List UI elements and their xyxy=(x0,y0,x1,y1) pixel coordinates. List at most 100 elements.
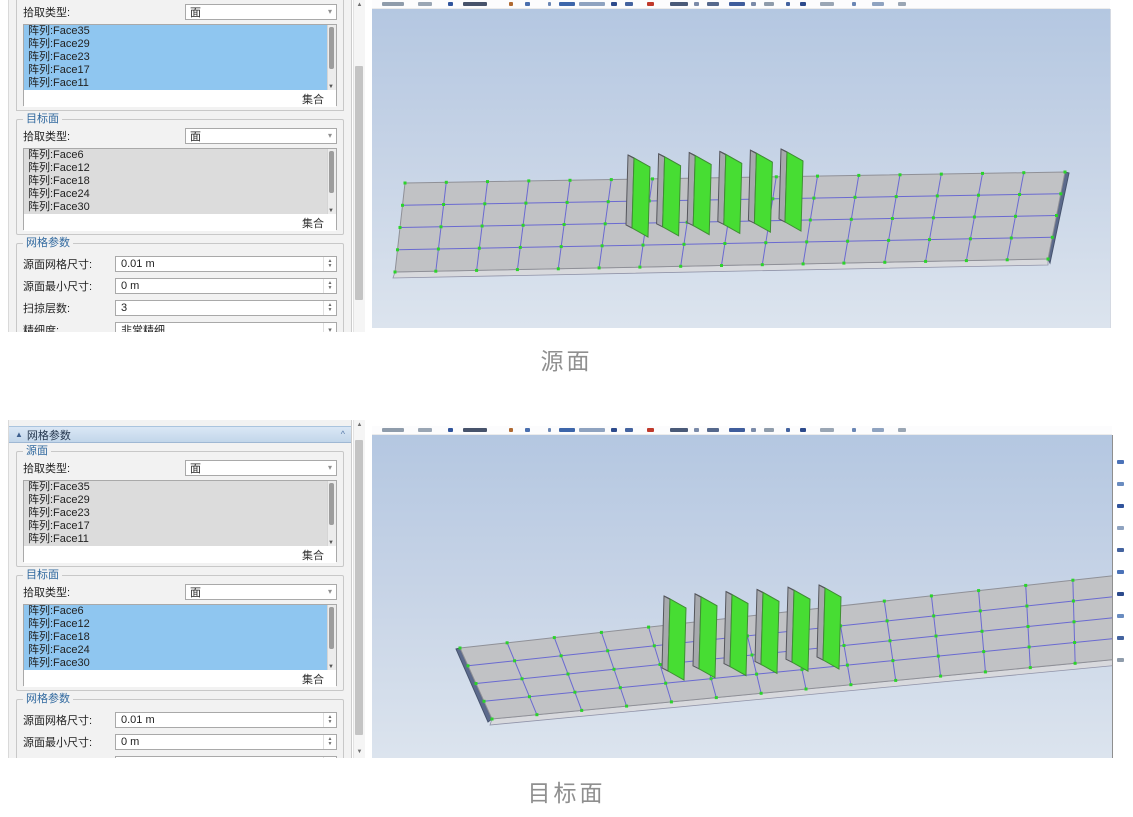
model-canvas[interactable] xyxy=(372,435,1113,758)
scroll-down-icon[interactable]: ▼ xyxy=(354,747,365,758)
spinner-down-icon[interactable]: ▼ xyxy=(328,264,333,269)
list-item[interactable]: 阵列:Face18 xyxy=(24,175,336,188)
scrollbar-thumb[interactable] xyxy=(329,27,334,69)
list-item[interactable]: 阵列:Face23 xyxy=(24,51,336,64)
collection-button[interactable]: 集合 xyxy=(302,671,324,687)
pick-type-label: 拾取类型: xyxy=(23,4,185,20)
scrollbar-thumb[interactable] xyxy=(355,440,363,735)
figure-caption-target: 目标面 xyxy=(0,774,1133,808)
field-value: 0.01 m xyxy=(121,258,155,270)
spinner-buttons[interactable]: ▲▼ xyxy=(323,735,336,749)
pick-type-dropdown[interactable]: 面 ▾ xyxy=(185,460,337,476)
spinner-buttons[interactable]: ▲▼ xyxy=(323,757,336,758)
group-mesh-parameters: 网格参数 源面网格尺寸: 0.01 m ▲▼ 源面最小尺寸: 0 m ▲▼ 扫掠… xyxy=(16,243,344,332)
list-item[interactable]: 阵列:Face29 xyxy=(24,494,336,507)
list-item[interactable]: 阵列:Face11 xyxy=(24,533,336,546)
spinner-down-icon[interactable]: ▼ xyxy=(328,742,333,747)
chevron-down-icon: ▾ xyxy=(328,132,332,140)
pick-type-label: 拾取类型: xyxy=(23,584,185,600)
list-scrollbar[interactable]: ▼ xyxy=(327,481,336,546)
collection-button[interactable]: 集合 xyxy=(302,91,324,107)
panel-header[interactable]: ▲ 网格参数 ^ xyxy=(9,426,351,443)
pick-type-value: 面 xyxy=(190,460,201,476)
list-item[interactable]: 阵列:Face35 xyxy=(24,25,336,38)
pick-type-dropdown[interactable]: 面 ▾ xyxy=(185,128,337,144)
scroll-down-icon[interactable]: ▼ xyxy=(328,540,334,546)
list-item[interactable]: 阵列:Face12 xyxy=(24,618,336,631)
spinner-buttons[interactable]: ▲▼ xyxy=(323,279,336,293)
pick-type-value: 面 xyxy=(190,584,201,600)
field-value: 3 xyxy=(121,302,127,314)
panel-scrollbar[interactable]: ▲ ▼ xyxy=(353,420,365,758)
collection-button[interactable]: 集合 xyxy=(302,547,324,563)
toolbar-sliver xyxy=(372,0,1110,9)
list-item[interactable]: 阵列:Face17 xyxy=(24,520,336,533)
sweep-layers-input[interactable]: 3 ▲▼ xyxy=(115,300,337,316)
list-item[interactable]: 阵列:Face29 xyxy=(24,38,336,51)
group-title-mesh-parameters: 网格参数 xyxy=(23,237,73,249)
scrollbar-thumb[interactable] xyxy=(329,483,334,525)
source-min-size-input[interactable]: 0 m ▲▼ xyxy=(115,734,337,750)
chevron-down-icon: ▾ xyxy=(323,323,336,332)
list-scrollbar[interactable]: ▼ xyxy=(327,25,336,90)
source-mesh-size-input[interactable]: 0.01 m ▲▼ xyxy=(115,256,337,272)
pick-type-dropdown[interactable]: 面 ▾ xyxy=(185,584,337,600)
list-item[interactable]: 阵列:Face30 xyxy=(24,201,336,214)
spinner-down-icon[interactable]: ▼ xyxy=(328,308,333,313)
list-item[interactable]: 阵列:Face35 xyxy=(24,481,336,494)
panel-scrollbar[interactable]: ▲ xyxy=(353,0,365,332)
model-3d-scene[interactable] xyxy=(372,435,1112,758)
scroll-down-icon[interactable]: ▼ xyxy=(328,664,334,670)
group-mesh-parameters: 网格参数 源面网格尺寸: 0.01 m ▲▼ 源面最小尺寸: 0 m ▲▼ 扫掠… xyxy=(16,699,344,758)
scrollbar-thumb[interactable] xyxy=(329,151,334,193)
field-value: 0 m xyxy=(121,736,139,748)
sweep-layers-input[interactable]: 3 ▲▼ xyxy=(115,756,337,758)
pick-type-dropdown[interactable]: 面 ▾ xyxy=(185,4,337,20)
model-canvas[interactable] xyxy=(372,9,1111,328)
field-label: 源面最小尺寸: xyxy=(23,278,115,294)
source-face-list[interactable]: 阵列:Face35 阵列:Face29 阵列:Face23 阵列:Face17 … xyxy=(23,480,337,562)
list-item[interactable]: 阵列:Face12 xyxy=(24,162,336,175)
scroll-up-icon[interactable]: ▲ xyxy=(354,420,365,431)
group-source-face: 拾取类型: 面 ▾ 阵列:Face35 阵列:Face29 阵列:Face23 … xyxy=(16,0,344,111)
fineness-dropdown[interactable]: 非常精细 ▾ xyxy=(115,322,337,332)
collection-button[interactable]: 集合 xyxy=(302,215,324,231)
list-item[interactable]: 阵列:Face23 xyxy=(24,507,336,520)
source-min-size-input[interactable]: 0 m ▲▼ xyxy=(115,278,337,294)
spinner-down-icon[interactable]: ▼ xyxy=(328,720,333,725)
spinner-buttons[interactable]: ▲▼ xyxy=(323,301,336,315)
scroll-up-icon[interactable]: ▲ xyxy=(354,0,365,11)
target-face-list[interactable]: 阵列:Face6 阵列:Face12 阵列:Face18 阵列:Face24 阵… xyxy=(23,148,337,230)
list-item[interactable]: 阵列:Face18 xyxy=(24,631,336,644)
model-3d-scene[interactable] xyxy=(372,9,1110,328)
pick-type-value: 面 xyxy=(190,128,201,144)
source-face-list[interactable]: 阵列:Face35 阵列:Face29 阵列:Face23 阵列:Face17 … xyxy=(23,24,337,106)
target-face-list[interactable]: 阵列:Face6 阵列:Face12 阵列:Face18 阵列:Face24 阵… xyxy=(23,604,337,686)
field-label: 扫掠层数: xyxy=(23,300,115,316)
list-item[interactable]: 阵列:Face24 xyxy=(24,188,336,201)
list-item[interactable]: 阵列:Face17 xyxy=(24,64,336,77)
source-mesh-size-input[interactable]: 0.01 m ▲▼ xyxy=(115,712,337,728)
spinner-down-icon[interactable]: ▼ xyxy=(328,286,333,291)
field-label: 源面网格尺寸: xyxy=(23,256,115,272)
list-item[interactable]: 阵列:Face11 xyxy=(24,77,336,90)
spinner-buttons[interactable]: ▲▼ xyxy=(323,713,336,727)
collapse-icon[interactable]: ^ xyxy=(341,430,345,439)
list-scrollbar[interactable]: ▼ xyxy=(327,605,336,670)
group-target-face: 目标面 拾取类型: 面 ▾ 阵列:Face6 阵列:Face12 阵列:Face… xyxy=(16,119,344,235)
field-label: 源面最小尺寸: xyxy=(23,734,115,750)
list-item[interactable]: 阵列:Face24 xyxy=(24,644,336,657)
scroll-down-icon[interactable]: ▼ xyxy=(328,84,334,90)
chevron-down-icon: ▾ xyxy=(328,464,332,472)
list-item[interactable]: 阵列:Face6 xyxy=(24,605,336,618)
scroll-down-icon[interactable]: ▼ xyxy=(328,208,334,214)
screenshot-target-face: ▲ 网格参数 ^ 源面 拾取类型: 面 ▾ 阵列:Face35 阵列:Face2… xyxy=(0,420,1133,758)
group-title-target-face: 目标面 xyxy=(23,113,62,125)
list-scrollbar[interactable]: ▼ xyxy=(327,149,336,214)
list-item[interactable]: 阵列:Face6 xyxy=(24,149,336,162)
spinner-buttons[interactable]: ▲▼ xyxy=(323,257,336,271)
scrollbar-thumb[interactable] xyxy=(355,66,363,300)
scrollbar-thumb[interactable] xyxy=(329,607,334,649)
field-label: 源面网格尺寸: xyxy=(23,712,115,728)
list-item[interactable]: 阵列:Face30 xyxy=(24,657,336,670)
